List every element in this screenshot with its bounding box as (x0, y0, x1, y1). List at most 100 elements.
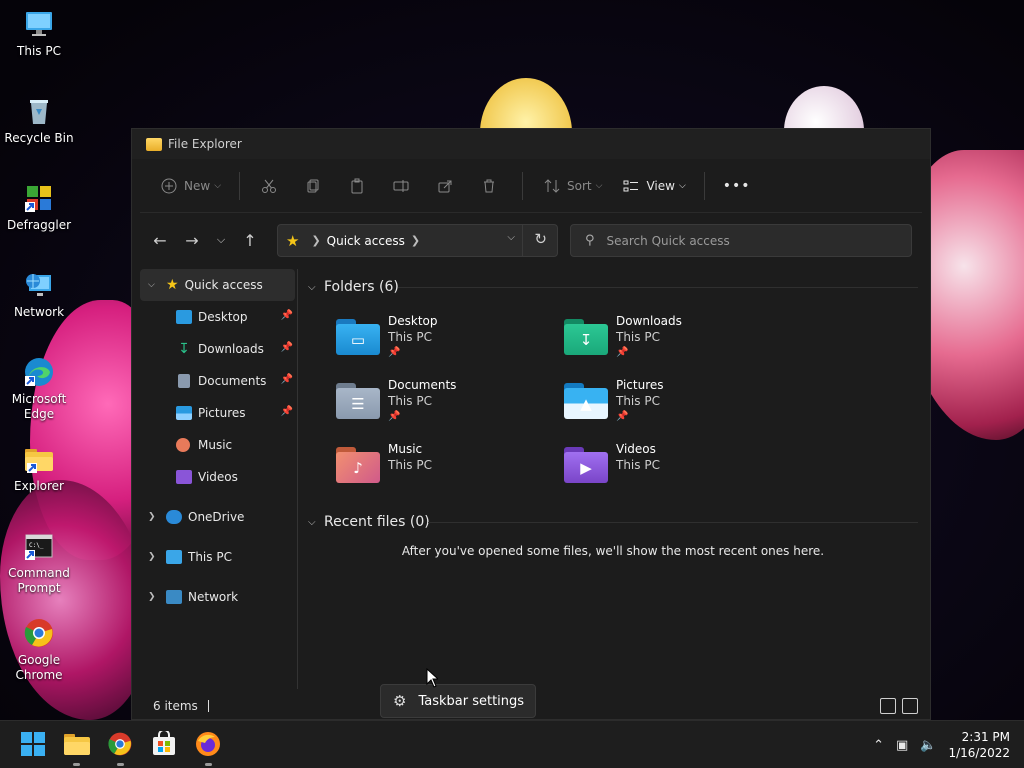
desktop-icon-command-prompt[interactable]: C:\_ Command Prompt (0, 530, 78, 596)
taskbar-firefox[interactable] (195, 731, 223, 766)
chevron-down-icon[interactable]: ⌵ (507, 232, 515, 243)
sidebar-item-this-pc[interactable]: ❯ This PC (140, 541, 297, 573)
navigation-pane: ⌵ ★ Quick access Desktop 📌 ↧ Downloads 📌… (140, 269, 298, 689)
forward-button[interactable]: → (176, 224, 208, 256)
folder-tile-desktop[interactable]: ▭ Desktop This PC 📌 (336, 313, 556, 369)
sidebar-item-network[interactable]: ❯ Network (140, 581, 297, 613)
navigation-bar: ← → ⌵ ↑ ★ ❯ Quick access ❯ ⌵ ↻ ⚲ Search … (140, 214, 922, 266)
recycle-bin-icon (23, 95, 55, 127)
file-explorer-window: File Explorer New ⌵ Sort ⌵ View ⌵ ••• ← … (131, 128, 931, 720)
desktop-icon-network[interactable]: Network (0, 269, 78, 320)
details-view-icon[interactable] (880, 698, 896, 714)
refresh-icon[interactable]: ↻ (534, 230, 547, 248)
chevron-right-icon[interactable]: ❯ (148, 552, 162, 562)
desktop-icon-chrome[interactable]: Google Chrome (0, 617, 78, 683)
store-icon (153, 729, 175, 755)
svg-text:C:\_: C:\_ (29, 542, 44, 549)
sidebar-item-downloads[interactable]: ↧ Downloads 📌 (140, 333, 297, 365)
large-icons-view-icon[interactable] (902, 698, 918, 714)
desktop-icon-defraggler[interactable]: Defraggler (0, 182, 78, 233)
up-button[interactable]: ↑ (234, 224, 266, 256)
folder-tile-music[interactable]: ♪ Music This PC (336, 441, 556, 497)
more-options-button[interactable]: ••• (723, 178, 751, 194)
pin-icon: 📌 (616, 411, 629, 422)
address-bar[interactable]: ★ ❯ Quick access ❯ ⌵ ↻ (277, 224, 558, 257)
pictures-folder-icon: ▲ (564, 383, 608, 419)
taskbar-chrome[interactable] (107, 731, 135, 766)
desktop-icon-explorer[interactable]: Explorer (0, 443, 78, 494)
document-icon (178, 374, 190, 388)
arrow-up-icon: ↑ (243, 230, 257, 250)
defraggler-icon (23, 182, 55, 214)
folder-icon (64, 734, 90, 755)
running-indicator (117, 763, 124, 766)
desktop-icon-recycle-bin[interactable]: Recycle Bin (0, 95, 78, 146)
folder-name: Videos (616, 442, 656, 456)
desktop-icon-edge[interactable]: Microsoft Edge (0, 356, 78, 422)
volume-icon[interactable]: 🔈 (920, 738, 936, 753)
desktop-icon-this-pc[interactable]: This PC (0, 8, 78, 59)
chevron-down-icon: ⌵ (308, 516, 316, 528)
view-label: View (646, 178, 675, 193)
chevron-up-icon[interactable]: ⌃ (873, 738, 884, 753)
sidebar-item-onedrive[interactable]: ❯ OneDrive (140, 501, 297, 533)
this-pc-icon (23, 8, 55, 40)
chevron-right-icon: ❯ (311, 234, 321, 247)
share-button[interactable] (434, 175, 460, 197)
folder-icon (146, 137, 162, 151)
sidebar-item-desktop[interactable]: Desktop 📌 (140, 301, 297, 333)
chevron-right-icon[interactable]: ❯ (148, 512, 162, 522)
view-button[interactable]: View ⌵ (620, 175, 686, 197)
chevron-right-icon[interactable]: ❯ (411, 234, 420, 247)
folder-name: Music (388, 442, 423, 456)
music-icon (176, 438, 190, 452)
sidebar-item-label: Downloads (198, 342, 264, 356)
sidebar-item-quick-access[interactable]: ⌵ ★ Quick access (140, 269, 295, 301)
folder-tile-documents[interactable]: ☰ Documents This PC 📌 (336, 377, 556, 433)
sidebar-item-documents[interactable]: Documents 📌 (140, 365, 297, 397)
paste-button[interactable] (346, 175, 372, 197)
star-icon: ★ (286, 231, 300, 250)
clock[interactable]: 2:31 PM 1/16/2022 (948, 729, 1010, 761)
rename-button[interactable] (390, 175, 416, 197)
taskbar-file-explorer[interactable] (63, 731, 91, 766)
sidebar-item-pictures[interactable]: Pictures 📌 (140, 397, 297, 429)
chevron-right-icon[interactable]: ❯ (148, 592, 162, 602)
delete-button[interactable] (478, 175, 504, 197)
folder-tile-pictures[interactable]: ▲ Pictures This PC 📌 (564, 377, 784, 433)
edge-icon (23, 356, 55, 388)
back-button[interactable]: ← (144, 224, 176, 256)
sidebar-item-videos[interactable]: Videos (140, 461, 297, 493)
folder-location: This PC (388, 394, 432, 408)
clock-time: 2:31 PM (961, 730, 1010, 744)
folder-name: Documents (388, 378, 457, 392)
sidebar-item-music[interactable]: Music (140, 429, 297, 461)
folders-section-header[interactable]: ⌵ Folders (6) (308, 272, 399, 302)
taskbar-store[interactable] (151, 729, 179, 759)
window-titlebar[interactable]: File Explorer (132, 129, 930, 159)
mouse-cursor-icon (426, 668, 438, 688)
recent-section-header[interactable]: ⌵ Recent files (0) (308, 507, 430, 537)
sidebar-item-label: This PC (188, 550, 232, 564)
sidebar-item-label: OneDrive (188, 510, 245, 524)
pin-icon: 📌 (280, 342, 293, 353)
copy-button[interactable] (302, 175, 328, 197)
search-box[interactable]: ⚲ Search Quick access (570, 224, 912, 257)
pin-icon: 📌 (388, 411, 401, 422)
taskbar: ⌃ ▣ 🔈 2:31 PM 1/16/2022 (0, 720, 1024, 768)
cut-button[interactable] (258, 175, 284, 197)
folder-tile-downloads[interactable]: ↧ Downloads This PC 📌 (564, 313, 784, 369)
folder-location: This PC (616, 330, 660, 344)
start-button[interactable] (20, 731, 48, 759)
gear-icon: ⚙ (393, 692, 407, 710)
folder-tile-videos[interactable]: ▶ Videos This PC (564, 441, 784, 497)
sort-button[interactable]: Sort ⌵ (541, 175, 602, 197)
desktop-folder-icon (176, 310, 192, 324)
new-button[interactable]: New ⌵ (158, 175, 221, 197)
network-status-icon[interactable]: ▣ (896, 738, 908, 753)
taskbar-settings-menu[interactable]: ⚙ Taskbar settings (380, 684, 536, 718)
recent-locations-button[interactable]: ⌵ (208, 224, 234, 256)
chevron-down-icon[interactable]: ⌵ (148, 280, 162, 290)
address-location[interactable]: Quick access (327, 234, 405, 248)
command-prompt-icon: C:\_ (23, 530, 55, 562)
